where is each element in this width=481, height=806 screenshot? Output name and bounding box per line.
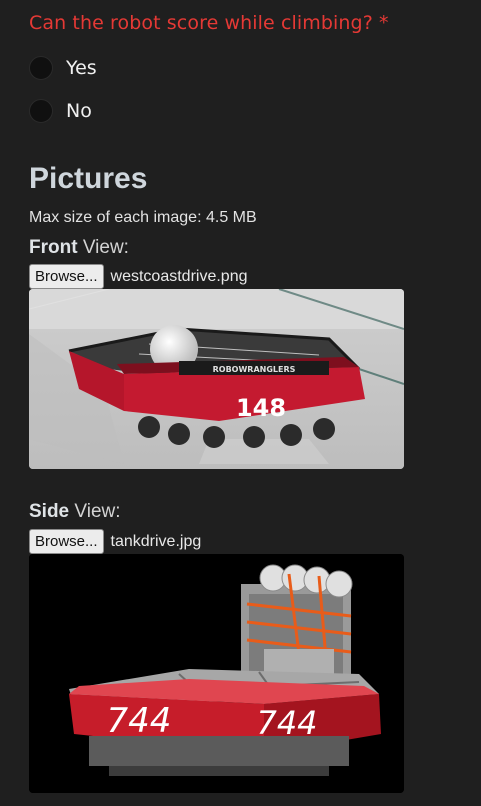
radio-option-no[interactable]: No — [29, 98, 92, 124]
front-robot-photo: ROBOWRANGLERS 148 — [29, 289, 404, 469]
front-view-label-rest: View: — [77, 237, 129, 258]
pictures-heading: Pictures — [29, 162, 148, 195]
radio-yes-label: Yes — [66, 57, 97, 79]
front-view-label-bold: Front — [29, 237, 78, 258]
max-size-note: Max size of each image: 4.5 MB — [29, 209, 257, 226]
side-view-image: 744 744 — [29, 554, 404, 793]
side-robot-photo: 744 744 — [29, 554, 404, 793]
front-view-image: ROBOWRANGLERS 148 — [29, 289, 404, 469]
side-file-name: tankdrive.jpg — [110, 532, 202, 550]
side-view-label-rest: View: — [69, 501, 121, 522]
radio-no-button[interactable] — [29, 99, 53, 123]
radio-no-label: No — [66, 100, 92, 122]
side-view-label-bold: Side — [29, 501, 70, 522]
svg-text:ROBOWRANGLERS: ROBOWRANGLERS — [213, 365, 296, 374]
front-file-name: westcoastdrive.png — [110, 267, 248, 285]
side-robot-number-secondary: 744 — [256, 704, 317, 742]
side-robot-number-main: 744 — [107, 701, 172, 741]
side-view-label: Side View: — [29, 501, 121, 523]
radio-option-yes[interactable]: Yes — [29, 55, 97, 81]
side-file-input[interactable]: Browse... tankdrive.jpg — [29, 529, 201, 554]
radio-yes-button[interactable] — [29, 56, 53, 80]
side-browse-button[interactable]: Browse... — [29, 529, 104, 554]
front-browse-button[interactable]: Browse... — [29, 264, 104, 289]
front-file-input[interactable]: Browse... westcoastdrive.png — [29, 264, 248, 289]
form-page: Can the robot score while climbing? * Ye… — [0, 0, 481, 806]
climbing-question-label: Can the robot score while climbing? * — [29, 12, 389, 34]
front-view-label: Front View: — [29, 237, 129, 259]
front-robot-number: 148 — [236, 394, 286, 422]
